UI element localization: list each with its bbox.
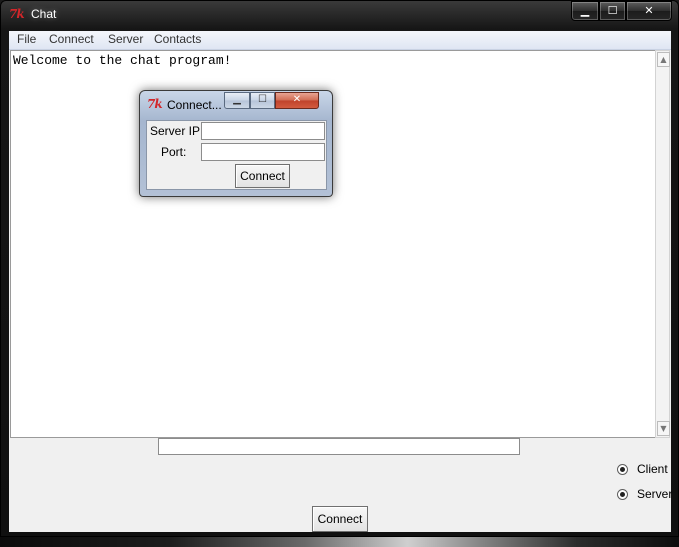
dialog-window-controls: ▁ ☐ ✕ xyxy=(224,92,319,109)
scroll-down-icon[interactable]: ▼ xyxy=(657,421,670,436)
menu-contacts[interactable]: Contacts xyxy=(152,32,203,46)
connect-dialog: 7k Connect... ▁ ☐ ✕ Server IP: Port: Con… xyxy=(139,90,333,197)
close-button[interactable]: ✕ xyxy=(626,1,672,21)
dialog-close-button[interactable]: ✕ xyxy=(275,92,319,109)
welcome-message: Welcome to the chat program! xyxy=(13,53,232,68)
chat-scrollbar[interactable]: ▲ ▼ xyxy=(655,50,670,438)
port-label: Port: xyxy=(161,145,187,159)
dialog-maximize-button[interactable]: ☐ xyxy=(250,92,275,109)
minimize-button[interactable]: ▁ xyxy=(571,1,599,21)
chat-window: 7k Chat ▁ ☐ ✕ File Connect Server Contac… xyxy=(0,0,679,537)
connect-button[interactable]: Connect xyxy=(312,506,368,532)
dialog-body: Server IP: Port: Connect xyxy=(146,120,327,190)
port-input[interactable] xyxy=(201,143,325,161)
radio-client-label: Client xyxy=(637,462,668,476)
radio-server-indicator[interactable] xyxy=(617,488,628,500)
tk-logo-icon: 7k xyxy=(147,97,163,111)
menu-file[interactable]: File xyxy=(15,32,38,46)
menu-bar: File Connect Server Contacts xyxy=(9,31,671,50)
radio-server[interactable]: Server xyxy=(617,487,672,501)
title-bar[interactable]: 7k Chat ▁ ☐ ✕ xyxy=(1,1,678,29)
scroll-up-icon[interactable]: ▲ xyxy=(657,52,670,67)
dialog-connect-button[interactable]: Connect xyxy=(235,164,290,188)
server-ip-label: Server IP: xyxy=(150,124,204,138)
radio-client-indicator[interactable] xyxy=(617,463,628,475)
window-client-area: File Connect Server Contacts Welcome to … xyxy=(9,31,672,532)
tk-logo-icon: 7k xyxy=(9,7,25,21)
server-ip-input[interactable] xyxy=(201,122,325,140)
radio-client[interactable]: Client xyxy=(617,462,668,476)
window-controls: ▁ ☐ ✕ xyxy=(571,1,672,21)
maximize-button[interactable]: ☐ xyxy=(599,1,626,21)
dialog-title: Connect... xyxy=(167,98,222,112)
window-title: Chat xyxy=(31,7,57,21)
radio-server-label: Server xyxy=(637,487,673,501)
message-input[interactable] xyxy=(158,438,520,455)
dialog-minimize-button[interactable]: ▁ xyxy=(224,92,250,109)
menu-connect[interactable]: Connect xyxy=(47,32,96,46)
chat-log[interactable]: Welcome to the chat program! xyxy=(10,50,657,438)
menu-server[interactable]: Server xyxy=(106,32,145,46)
